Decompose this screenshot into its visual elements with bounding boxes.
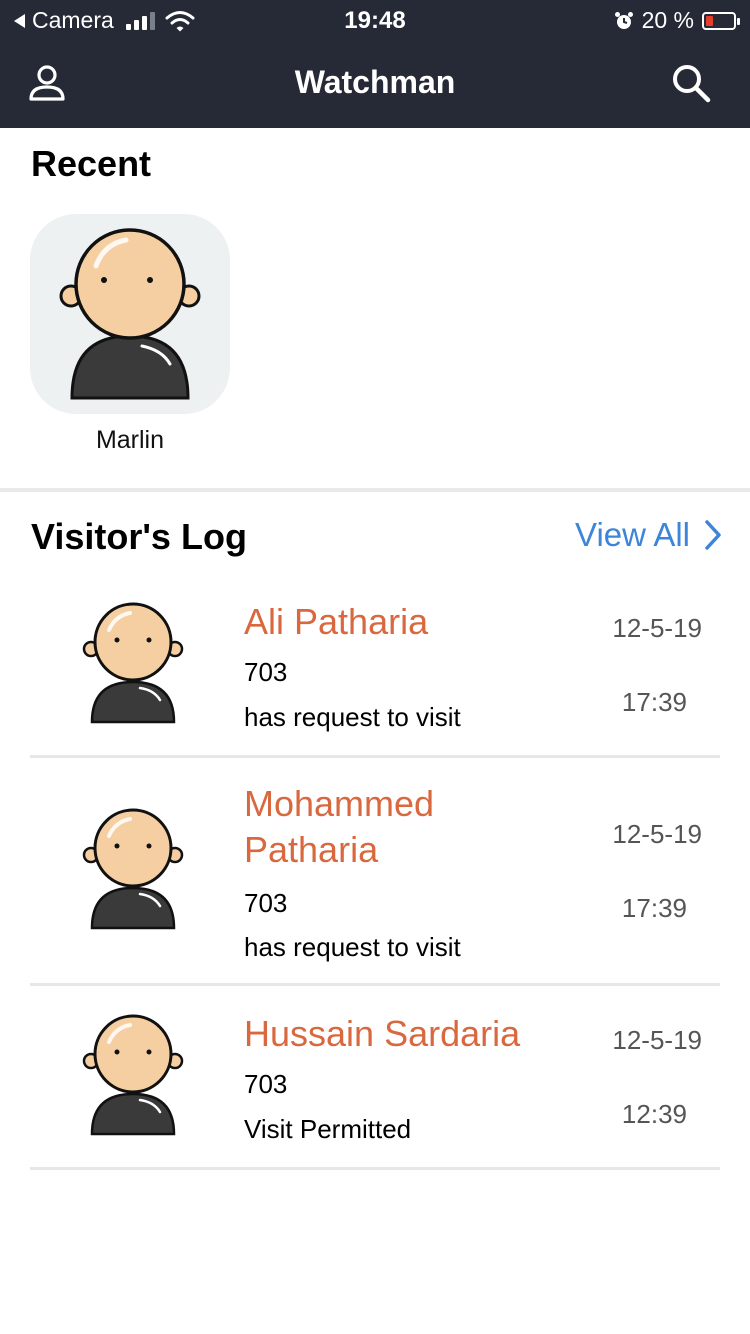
visitor-date: 12-5-19: [612, 1025, 702, 1055]
section-divider: [0, 488, 750, 492]
nav-bar: Watchman: [0, 40, 750, 128]
person-avatar-icon: [59, 228, 201, 400]
visitor-unit: 703: [244, 888, 288, 918]
visitor-log-row[interactable]: Hussain Sardaria 703 Visit Permitted 12-…: [30, 986, 720, 1170]
visitor-avatar-icon: [82, 808, 184, 930]
visitor-name: Ali Patharia: [244, 601, 429, 642]
status-right: 20 %: [614, 7, 740, 34]
visitor-name: Mohammed Patharia: [244, 783, 435, 870]
recent-contact-card[interactable]: [30, 214, 230, 414]
visitor-time: 17:39: [621, 893, 687, 923]
visitor-log-row[interactable]: Mohammed Patharia 703 has request to vis…: [30, 758, 720, 986]
visitor-name: Hussain Sardaria: [244, 1013, 521, 1054]
visitor-status: has request to visit: [244, 702, 461, 732]
visitor-time: 17:39: [621, 687, 687, 717]
visitor-unit: 703: [244, 1069, 288, 1099]
visitor-time: 12:39: [621, 1099, 687, 1129]
view-all-label: View All: [575, 516, 690, 553]
view-all-link[interactable]: View All: [575, 516, 722, 554]
visitor-log-row[interactable]: Ali Patharia 703 has request to visit 12…: [30, 580, 720, 758]
visitor-date: 12-5-19: [612, 819, 702, 849]
alarm-icon: [614, 11, 633, 29]
visitors-log-heading: Visitor's Log: [31, 516, 247, 557]
status-bar: Camera 19:48 20 %: [0, 0, 750, 40]
recent-contact-name: Marlin: [95, 426, 165, 454]
top-bar: Camera 19:48 20 % Watchman: [0, 0, 750, 128]
page-title: Watchman: [294, 64, 456, 100]
chevron-right-icon: [705, 520, 721, 550]
visitor-status: Visit Permitted: [244, 1114, 412, 1144]
visitor-avatar-icon: [82, 1014, 184, 1136]
visitor-avatar-icon: [82, 602, 184, 724]
visitor-status: has request to visit: [244, 932, 461, 962]
search-icon[interactable]: [670, 62, 714, 106]
recent-heading: Recent: [31, 143, 152, 184]
visitor-unit: 703: [244, 657, 288, 687]
visitor-date: 12-5-19: [612, 613, 702, 643]
battery-icon: [702, 11, 740, 30]
battery-percent: 20 %: [641, 7, 694, 33]
